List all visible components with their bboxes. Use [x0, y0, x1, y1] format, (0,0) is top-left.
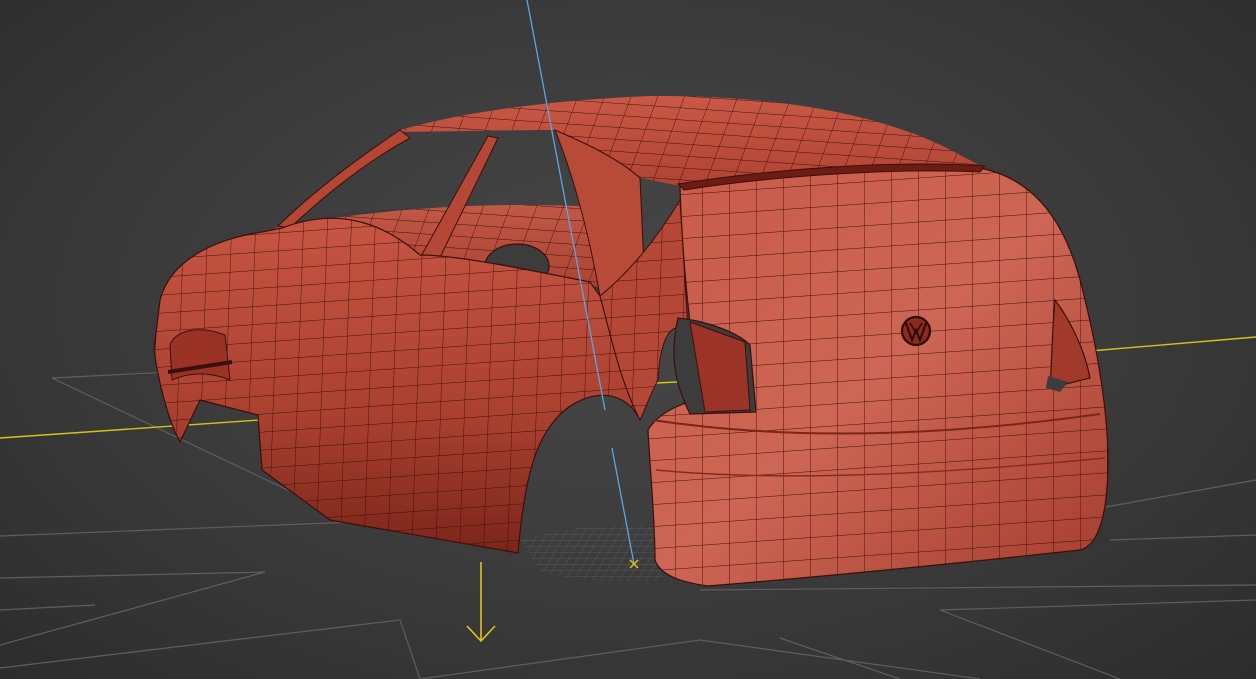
3d-viewport[interactable]: [0, 0, 1256, 679]
floor-mesh: [520, 524, 665, 582]
x-axis-line: [0, 419, 261, 439]
vw-emblem-icon: [900, 315, 932, 347]
viewport-scene[interactable]: [0, 0, 1256, 679]
front-arch-detail: [169, 329, 231, 381]
down-arrow-gizmo-icon[interactable]: [466, 562, 496, 643]
x-axis-line-right: [1089, 336, 1256, 352]
